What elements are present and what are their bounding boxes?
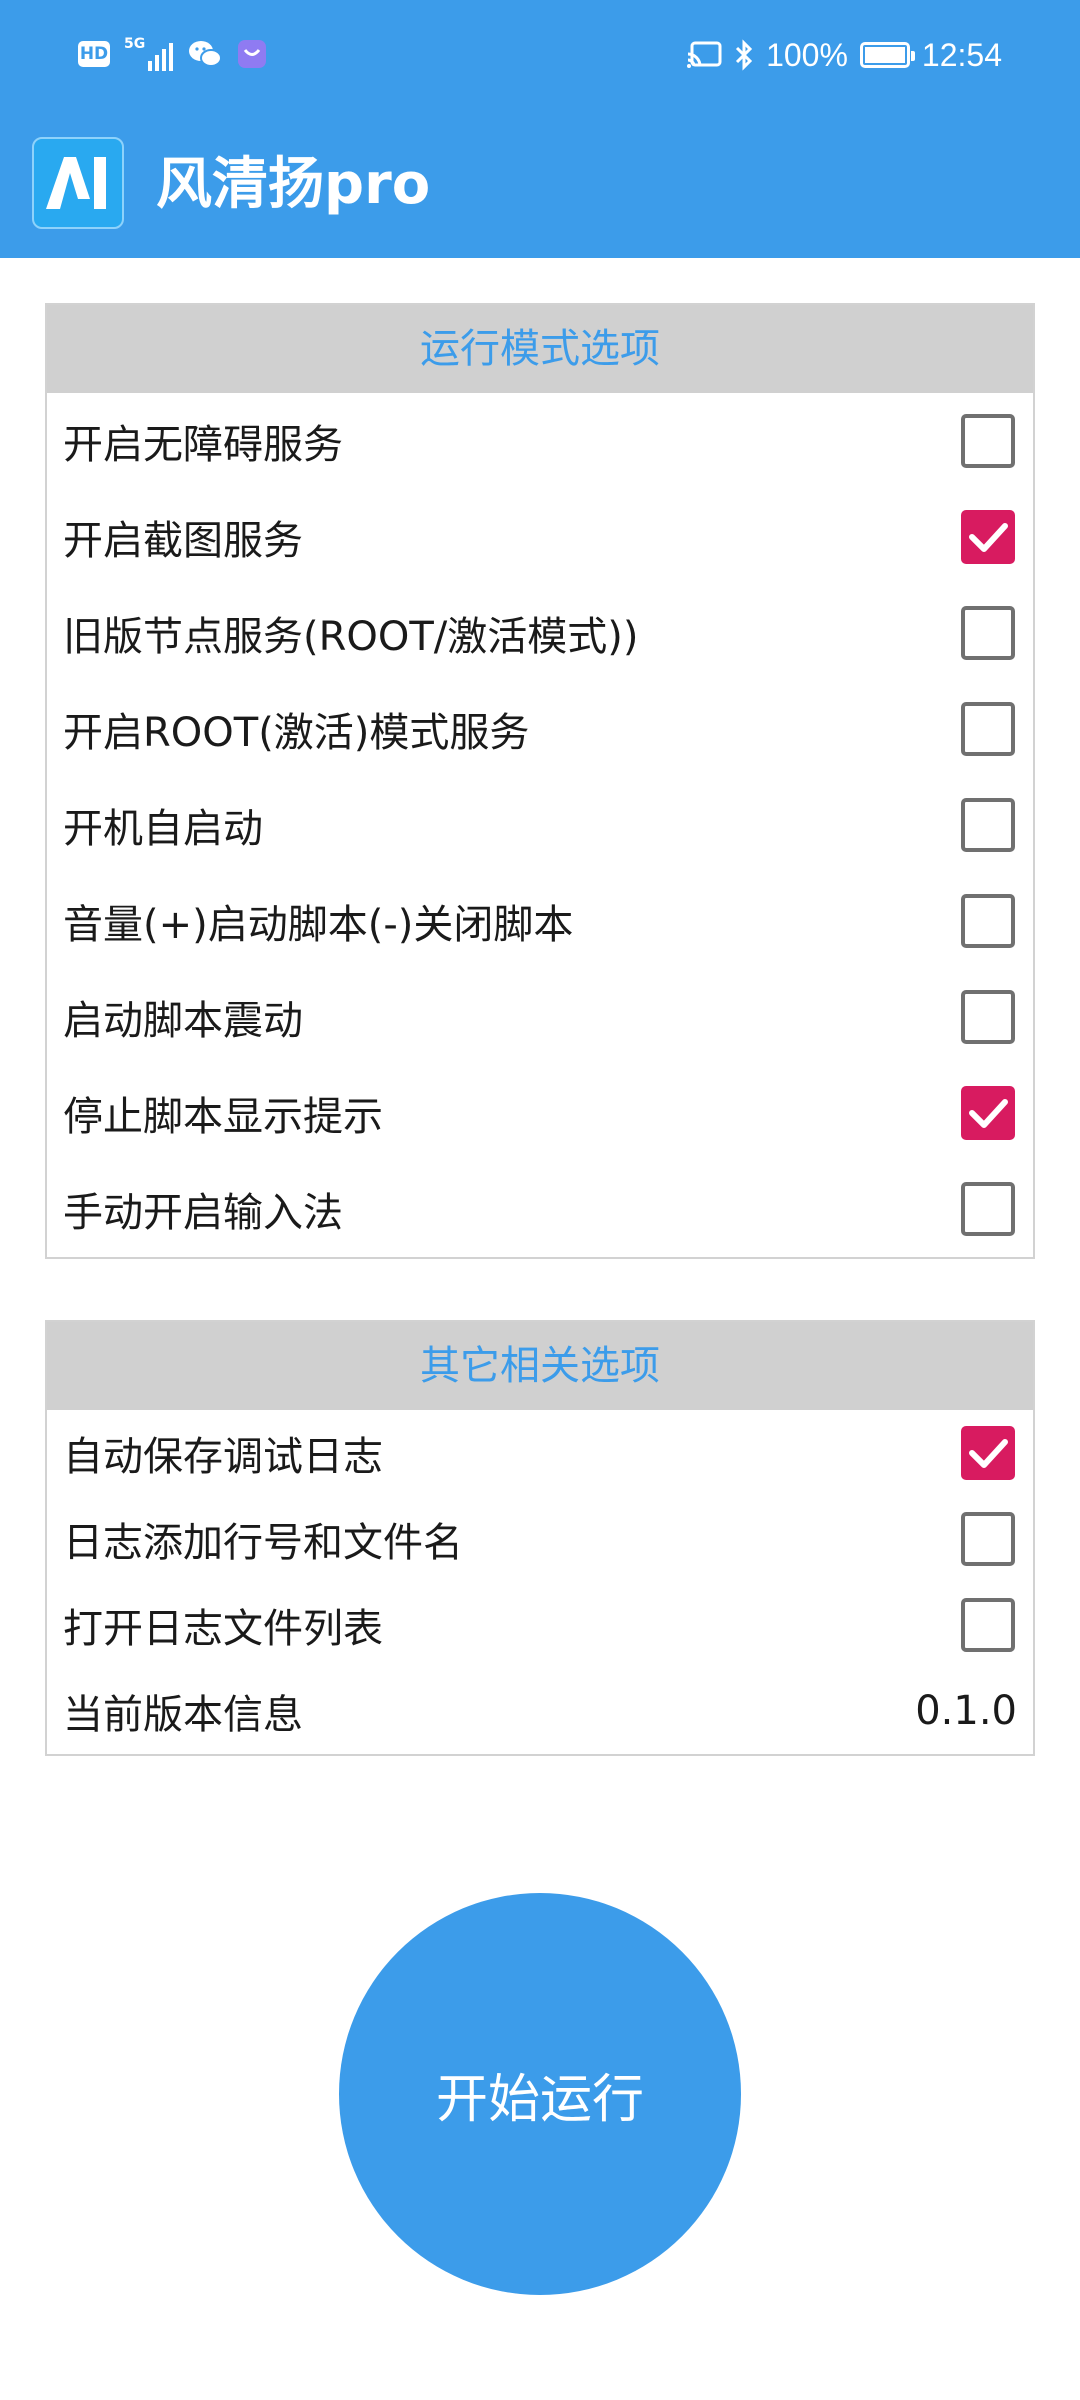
checkbox[interactable] — [961, 798, 1015, 852]
checkmark-icon — [969, 523, 1008, 552]
option-label: 旧版节点服务(ROOT/激活模式)) — [63, 614, 639, 660]
wechat-icon — [189, 41, 222, 67]
option-row[interactable]: 音量(+)启动脚本(-)关闭脚本 — [47, 873, 1033, 969]
option-row[interactable]: 日志添加行号和文件名 — [47, 1496, 1033, 1582]
battery-percent: 100% — [766, 36, 848, 73]
option-label: 开启ROOT(激活)模式服务 — [63, 710, 530, 756]
option-row[interactable]: 旧版节点服务(ROOT/激活模式)) — [47, 585, 1033, 681]
checkmark-icon — [969, 1099, 1008, 1128]
other-options-header: 其它相关选项 — [47, 1322, 1033, 1410]
option-label: 日志添加行号和文件名 — [63, 1520, 463, 1566]
network-type-label: 5G — [124, 36, 146, 52]
other-options-panel: 其它相关选项 自动保存调试日志日志添加行号和文件名 打开日志文件列表 当前版本信息… — [45, 1320, 1035, 1756]
checkbox[interactable] — [961, 1182, 1015, 1236]
version-value: 0.1.0 — [915, 1688, 1017, 1734]
bluetooth-icon — [736, 39, 753, 71]
option-label: 开启截图服务 — [63, 518, 303, 564]
checkbox-checked[interactable] — [961, 1426, 1015, 1480]
checkbox[interactable] — [961, 1598, 1015, 1652]
option-row[interactable]: 自动保存调试日志 — [47, 1410, 1033, 1496]
option-label: 自动保存调试日志 — [63, 1434, 383, 1480]
option-label: 开机自启动 — [63, 806, 263, 852]
clock: 12:54 — [921, 36, 1002, 73]
option-label: 停止脚本显示提示 — [63, 1094, 383, 1140]
option-label: 开启无障碍服务 — [63, 422, 343, 468]
checkbox[interactable] — [961, 606, 1015, 660]
run-mode-panel: 运行模式选项 开启无障碍服务 开启截图服务旧版节点服务(ROOT/激活模式)) 开启… — [45, 303, 1035, 1259]
option-row[interactable]: 打开日志文件列表 — [47, 1582, 1033, 1668]
version-row[interactable]: 当前版本信息 0.1.0 — [47, 1668, 1033, 1754]
option-label: 打开日志文件列表 — [63, 1606, 383, 1652]
option-row[interactable]: 停止脚本显示提示 — [47, 1065, 1033, 1161]
option-label: 启动脚本震动 — [63, 998, 303, 1044]
option-row[interactable]: 开机自启动 — [47, 777, 1033, 873]
battery-icon — [859, 42, 915, 68]
run-mode-header: 运行模式选项 — [47, 305, 1033, 393]
option-row[interactable]: 开启ROOT(激活)模式服务 — [47, 681, 1033, 777]
checkbox[interactable] — [961, 1512, 1015, 1566]
checkbox[interactable] — [961, 894, 1015, 948]
cast-icon — [687, 41, 722, 68]
checkbox[interactable] — [961, 414, 1015, 468]
option-label: 手动开启输入法 — [63, 1190, 343, 1236]
app-title: 风清扬pro — [156, 152, 431, 217]
checkbox[interactable] — [961, 702, 1015, 756]
option-label: 音量(+)启动脚本(-)关闭脚本 — [63, 902, 574, 948]
app-logo-icon — [32, 137, 124, 229]
option-row[interactable]: 启动脚本震动 — [47, 969, 1033, 1065]
app-bar: HD 5G 100% 12:54 风清扬pro — [0, 0, 1080, 258]
checkbox[interactable] — [961, 990, 1015, 1044]
option-row[interactable]: 开启无障碍服务 — [47, 393, 1033, 489]
option-row[interactable]: 手动开启输入法 — [47, 1161, 1033, 1257]
start-button[interactable]: 开始运行 — [339, 1893, 741, 2295]
signal-icon: 5G — [124, 37, 173, 71]
status-bar: HD 5G 100% 12:54 — [0, 0, 1080, 110]
option-row[interactable]: 开启截图服务 — [47, 489, 1033, 585]
checkmark-icon — [969, 1439, 1008, 1468]
version-label: 当前版本信息 — [63, 1692, 303, 1738]
checkbox-checked[interactable] — [961, 1086, 1015, 1140]
hd-icon: HD — [78, 41, 110, 67]
app-icon — [238, 40, 266, 68]
checkbox-checked[interactable] — [961, 510, 1015, 564]
